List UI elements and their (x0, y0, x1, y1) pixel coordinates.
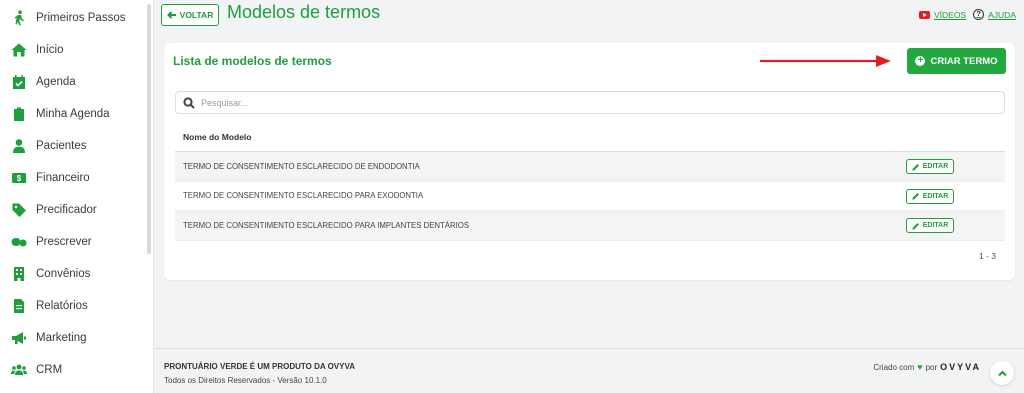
sidebar-item-label: Agenda (36, 76, 76, 88)
youtube-icon (919, 10, 930, 19)
row-model-name: TERMO DE CONSENTIMENTO ESCLARECIDO DE EN… (183, 161, 420, 171)
money-icon: $ (11, 170, 27, 186)
sidebar-item-prescrever[interactable]: Prescrever (0, 230, 150, 254)
user-icon (11, 138, 27, 154)
walking-person-icon (11, 10, 27, 26)
search-icon (183, 96, 195, 109)
sidebar-item-convenios[interactable]: Convênios (0, 262, 150, 286)
templates-table: Nome do Modelo TERMO DE CONSENTIMENTO ES… (175, 123, 1005, 241)
pills-icon (11, 234, 27, 250)
column-header-model-name: Nome do Modelo (175, 123, 1005, 152)
videos-link[interactable]: VÍDEOS (919, 10, 966, 20)
sidebar-item-pacientes[interactable]: Pacientes (0, 134, 150, 158)
sidebar-item-financeiro[interactable]: $ Financeiro (0, 166, 150, 190)
by-text: por (925, 362, 938, 372)
sidebar-item-marketing[interactable]: Marketing (0, 326, 150, 350)
table-row: TERMO DE CONSENTIMENTO ESCLARECIDO PARA … (175, 182, 1005, 211)
created-with-text: Criado com (873, 362, 915, 372)
price-tag-icon (11, 202, 27, 218)
back-button-label: VOLTAR (179, 10, 214, 20)
back-button[interactable]: VOLTAR (161, 4, 219, 26)
sidebar-item-label: Financeiro (36, 172, 90, 184)
templates-card: Lista de modelos de termos + CRIAR TERMO… (164, 43, 1015, 280)
sidebar-item-label: CRM (36, 364, 63, 376)
sidebar-item-label: Minha Agenda (36, 108, 110, 120)
sidebar-item-inicio[interactable]: Início (0, 38, 150, 62)
users-group-icon (11, 362, 27, 378)
sidebar-item-precificador[interactable]: Precificador (0, 198, 150, 222)
svg-text:$: $ (17, 174, 22, 183)
scroll-to-top-button[interactable] (990, 361, 1014, 385)
megaphone-icon (11, 330, 27, 346)
sidebar-item-primeiros-passos[interactable]: Primeiros Passos (0, 6, 150, 30)
create-term-label: CRIAR TERMO (930, 55, 998, 67)
sidebar-item-label: Início (36, 44, 64, 56)
plus-circle-icon: + (915, 56, 926, 66)
sidebar-item-label: Primeiros Passos (36, 12, 126, 24)
card-title: Lista de modelos de termos (173, 54, 332, 68)
arrow-left-icon (166, 11, 176, 19)
heart-icon: ♥ (917, 362, 923, 372)
edit-button-label: EDITAR (922, 222, 949, 229)
help-link-label: AJUDA (988, 9, 1016, 20)
row-model-name: TERMO DE CONSENTIMENTO ESCLARECIDO PARA … (183, 191, 424, 201)
sidebar-item-label: Prescrever (36, 236, 92, 248)
edit-button[interactable]: EDITAR (906, 218, 954, 233)
sidebar-item-relatorios[interactable]: Relatórios (0, 294, 150, 318)
sidebar: Primeiros Passos Início Agenda Minha Age… (0, 0, 154, 393)
sidebar-item-label: Relatórios (36, 300, 88, 312)
row-model-name: TERMO DE CONSENTIMENTO ESCLARECIDO PARA … (183, 220, 470, 230)
footer-rights-line: Todos os Direitos Reservados - Versão 10… (164, 376, 327, 385)
page-header: VOLTAR Modelos de termos VÍDEOS ? AJUDA (161, 2, 1018, 26)
edit-button-label: EDITAR (922, 163, 949, 170)
table-row: TERMO DE CONSENTIMENTO ESCLARECIDO DE EN… (175, 152, 1005, 182)
clipboard-icon (11, 106, 27, 122)
document-icon (11, 298, 27, 314)
sidebar-item-label: Marketing (36, 332, 87, 344)
search-box (175, 91, 1005, 114)
pagination-info: 1 - 3 (978, 251, 996, 261)
create-term-button[interactable]: + CRIAR TERMO (907, 48, 1006, 74)
videos-link-label: VÍDEOS (934, 9, 967, 20)
red-arrow-annotation (760, 55, 891, 67)
sidebar-item-label: Precificador (36, 204, 97, 216)
footer-product-line: PRONTUÁRIO VERDE É UM PRODUTO DA OVYVA (164, 362, 355, 371)
calendar-check-icon (11, 74, 27, 90)
sidebar-item-crm[interactable]: CRM (0, 358, 150, 382)
footer: PRONTUÁRIO VERDE É UM PRODUTO DA OVYVA T… (154, 348, 1024, 393)
table-row: TERMO DE CONSENTIMENTO ESCLARECIDO PARA … (175, 211, 1005, 241)
header-links: VÍDEOS ? AJUDA (919, 9, 1016, 20)
brand-logo[interactable]: OVYVA (940, 362, 981, 372)
home-icon (11, 42, 27, 58)
sidebar-item-agenda[interactable]: Agenda (0, 70, 150, 94)
edit-button[interactable]: EDITAR (906, 188, 954, 204)
footer-credits: Criado com ♥ por OVYVA (873, 362, 981, 372)
edit-button[interactable]: EDITAR (906, 159, 954, 174)
chevron-up-icon (997, 370, 1007, 376)
edit-button-label: EDITAR (922, 192, 949, 200)
search-input[interactable] (201, 97, 981, 108)
building-icon (11, 266, 27, 282)
pencil-icon (912, 163, 919, 170)
sidebar-item-label: Pacientes (36, 140, 87, 152)
help-link[interactable]: ? AJUDA (973, 9, 1016, 20)
sidebar-item-label: Convênios (36, 268, 91, 280)
help-icon: ? (973, 9, 985, 20)
page-title: Modelos de termos (227, 2, 381, 22)
pencil-icon (912, 193, 919, 200)
sidebar-item-minha-agenda[interactable]: Minha Agenda (0, 102, 150, 126)
pencil-icon (912, 222, 919, 229)
